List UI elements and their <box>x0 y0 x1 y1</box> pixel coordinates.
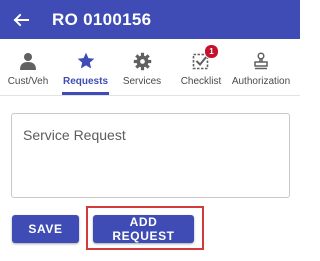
tab-label: Checklist <box>180 76 222 87</box>
person-icon <box>20 53 36 70</box>
notification-badge: 1 <box>204 44 219 59</box>
arrow-left-icon <box>13 13 29 26</box>
star-icon <box>77 52 94 69</box>
tab-bar: Cust/Veh Requests Services 1 Checklist A… <box>0 39 300 95</box>
tab-label: Cust/Veh <box>7 76 49 87</box>
stamp-icon <box>254 52 268 70</box>
tab-checklist[interactable]: 1 Checklist <box>173 39 229 95</box>
gear-icon <box>133 52 151 70</box>
tab-requests[interactable]: Requests <box>62 39 109 95</box>
service-request-input[interactable]: Service Request <box>11 113 290 198</box>
tab-divider <box>0 95 300 96</box>
service-request-placeholder: Service Request <box>23 127 126 143</box>
add-request-button[interactable]: ADD REQUEST <box>93 215 194 243</box>
tab-authorization[interactable]: Authorization <box>229 39 293 95</box>
page-title: RO 0100156 <box>52 9 152 29</box>
tab-label: Authorization <box>231 76 291 87</box>
tab-label: Requests <box>62 76 108 87</box>
app-bar: RO 0100156 <box>0 0 300 39</box>
tab-label: Services <box>122 76 162 87</box>
save-button[interactable]: SAVE <box>12 215 79 243</box>
tab-cust-veh[interactable]: Cust/Veh <box>0 39 56 95</box>
back-button[interactable] <box>0 0 42 39</box>
tab-services[interactable]: Services <box>114 39 170 95</box>
